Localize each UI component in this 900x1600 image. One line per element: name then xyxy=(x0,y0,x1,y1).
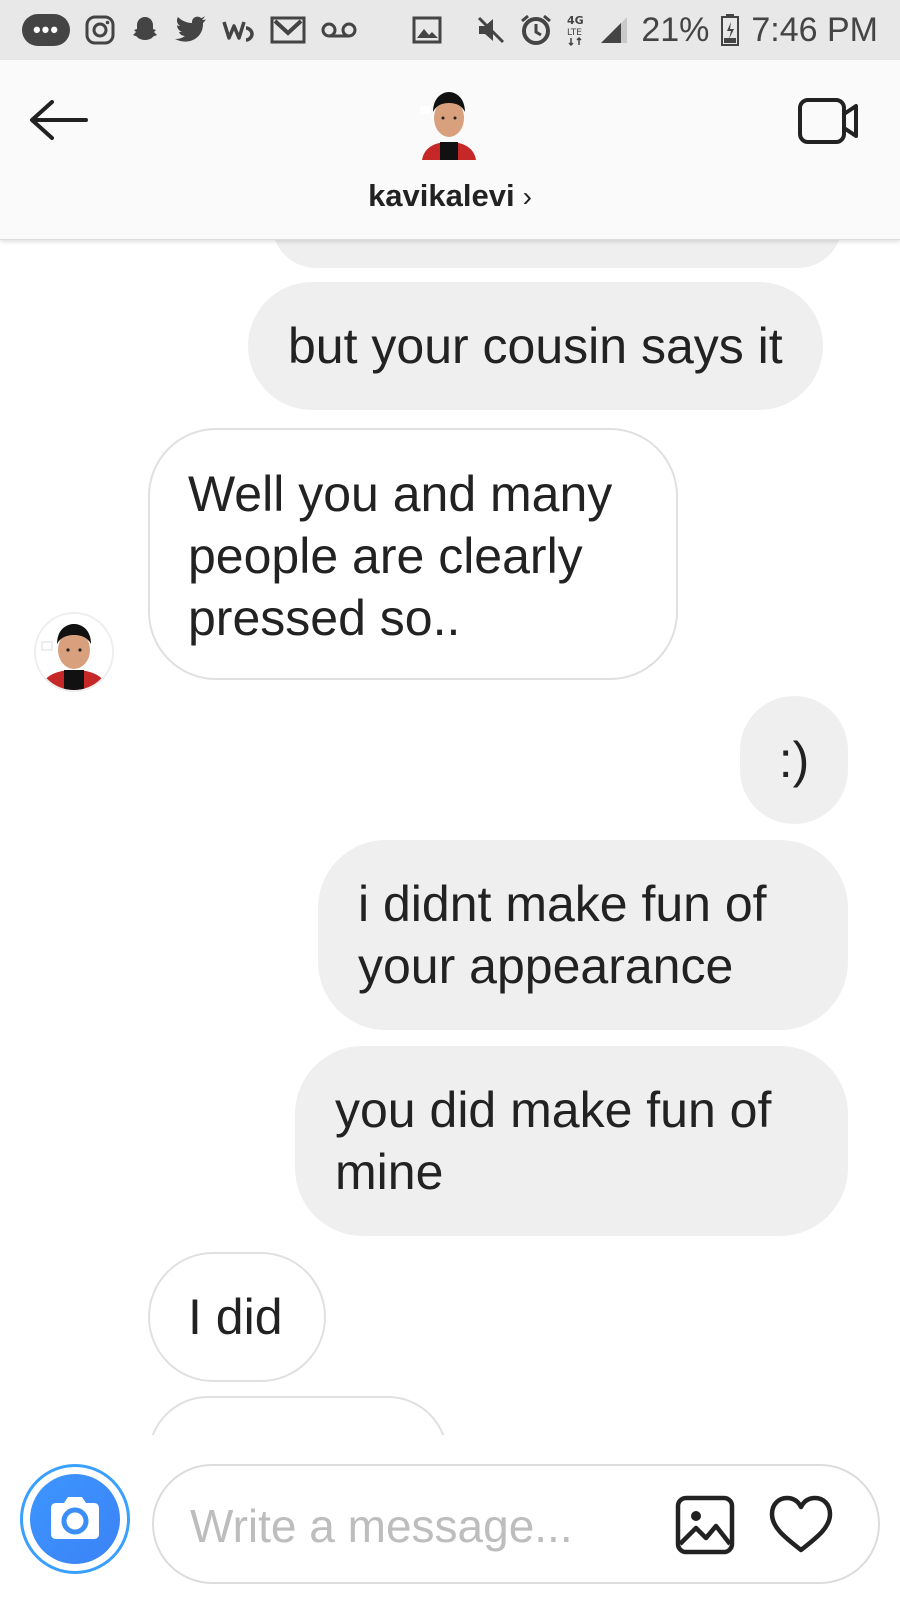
like-button[interactable] xyxy=(766,1492,836,1558)
message-thread[interactable]: but your cousin says it Well you and man… xyxy=(0,240,900,1435)
svg-text:4G: 4G xyxy=(567,14,584,27)
mute-icon xyxy=(475,14,507,46)
snapchat-icon xyxy=(130,14,160,46)
heart-icon xyxy=(769,1495,833,1553)
message-outgoing[interactable]: i didnt make fun of your appearance xyxy=(318,840,848,1030)
twitter-icon xyxy=(174,15,208,45)
message-text: Well you and many people are clearly pre… xyxy=(188,466,613,646)
instagram-icon xyxy=(84,14,116,46)
message-text: i didnt make fun of your appearance xyxy=(358,876,767,994)
message-outgoing[interactable]: but your cousin says it xyxy=(248,282,823,410)
message-text: :) xyxy=(778,732,810,788)
video-call-icon xyxy=(798,98,858,144)
signal-icon xyxy=(599,15,629,45)
notification-icons: ••• xyxy=(22,14,442,46)
avatar[interactable] xyxy=(420,86,478,160)
lte-icon: 4G LTE xyxy=(565,13,587,47)
chevron-right-icon: › xyxy=(522,181,532,212)
message-input[interactable] xyxy=(190,1496,650,1556)
sender-avatar[interactable] xyxy=(34,612,114,692)
username-button[interactable]: kavikalevi › xyxy=(0,178,900,214)
svg-text:LTE: LTE xyxy=(567,28,582,38)
gallery-button[interactable] xyxy=(672,1492,738,1558)
battery-icon xyxy=(721,14,740,46)
username: kavikalevi xyxy=(368,178,515,213)
clock: 7:46 PM xyxy=(751,10,878,49)
message-composer xyxy=(0,1436,900,1600)
message-text: you did make fun of mine xyxy=(335,1082,772,1200)
message-bubble-partial xyxy=(148,1396,448,1435)
webtoon-icon xyxy=(222,16,256,44)
camera-icon xyxy=(30,1474,120,1564)
message-incoming[interactable]: I did xyxy=(148,1252,326,1382)
video-call-button[interactable] xyxy=(796,90,862,150)
status-bar: ••• 4G LTE 21% 7:46 PM xyxy=(0,0,900,60)
back-button[interactable] xyxy=(24,92,94,152)
conversation-header: kavikalevi › xyxy=(0,60,900,240)
system-indicators: 4G LTE 21% 7:46 PM xyxy=(475,11,878,50)
more-icon: ••• xyxy=(22,14,70,46)
battery-percentage: 21% xyxy=(641,10,710,49)
voicemail-icon xyxy=(320,18,358,42)
message-text: but your cousin says it xyxy=(288,318,783,374)
message-outgoing[interactable]: you did make fun of mine xyxy=(295,1046,848,1236)
back-arrow-icon xyxy=(30,100,88,140)
alarm-icon xyxy=(519,13,553,47)
message-text: I did xyxy=(188,1289,283,1345)
message-outgoing[interactable]: :) xyxy=(740,696,848,824)
image-icon xyxy=(412,16,442,44)
message-incoming[interactable]: Well you and many people are clearly pre… xyxy=(148,428,678,680)
gallery-icon xyxy=(675,1495,735,1555)
message-field[interactable] xyxy=(152,1464,880,1584)
camera-button[interactable] xyxy=(20,1464,130,1574)
gmail-icon xyxy=(270,15,306,45)
message-bubble-partial xyxy=(272,240,842,268)
